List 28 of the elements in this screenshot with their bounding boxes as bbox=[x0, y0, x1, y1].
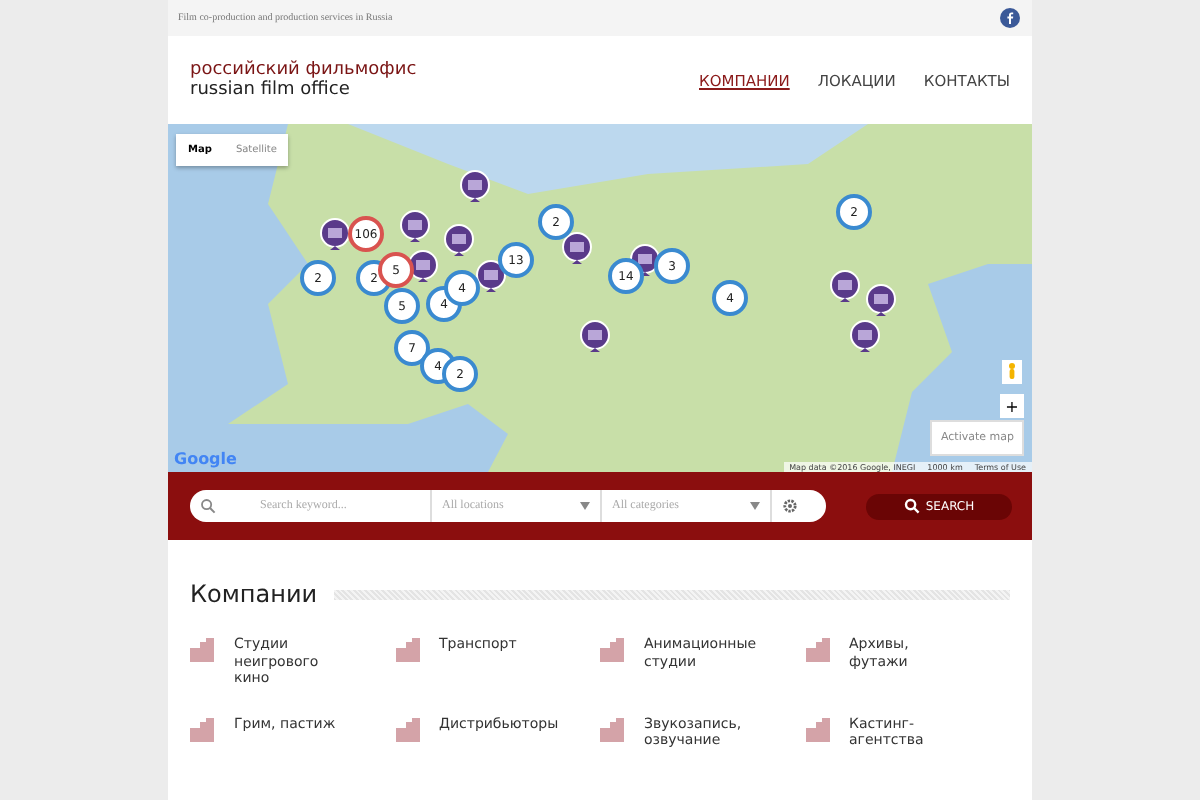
caret-icon bbox=[580, 502, 590, 510]
map-pin-icon[interactable] bbox=[866, 284, 896, 318]
facebook-icon[interactable] bbox=[1000, 8, 1020, 28]
settings-icon[interactable] bbox=[782, 498, 798, 514]
search-icon bbox=[200, 498, 216, 514]
map-pin-icon[interactable] bbox=[460, 170, 490, 204]
logo-subtitle[interactable]: russian film office bbox=[190, 80, 417, 100]
building-icon bbox=[190, 638, 214, 662]
logo-text[interactable]: российский фильмофис bbox=[190, 60, 417, 80]
building-icon bbox=[805, 717, 829, 741]
caret-icon bbox=[750, 502, 760, 510]
building-icon bbox=[395, 638, 419, 662]
building-icon bbox=[190, 717, 214, 741]
building-icon bbox=[600, 638, 624, 662]
map-pin-icon[interactable] bbox=[320, 218, 350, 252]
map-pin-icon[interactable] bbox=[562, 232, 592, 266]
map-pin-icon[interactable] bbox=[850, 320, 880, 354]
map-pin-icon[interactable] bbox=[580, 320, 610, 354]
building-icon bbox=[600, 717, 624, 741]
map-pin-icon[interactable] bbox=[830, 270, 860, 304]
building-icon bbox=[805, 638, 829, 662]
search-icon bbox=[903, 498, 920, 514]
building-icon bbox=[395, 717, 419, 741]
map-pin-icon[interactable] bbox=[400, 210, 430, 244]
section-title: Компании bbox=[190, 580, 318, 608]
zoom-in-button[interactable]: + bbox=[1000, 394, 1024, 418]
google-logo: Google bbox=[174, 450, 237, 468]
map-pin-icon[interactable] bbox=[444, 224, 474, 258]
